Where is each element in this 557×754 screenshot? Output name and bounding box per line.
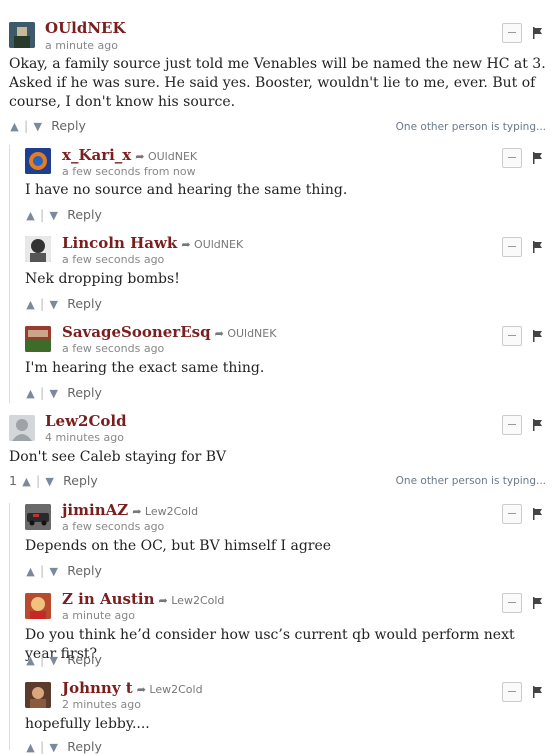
comment-text: I have no source and hearing the same th… xyxy=(25,182,348,198)
timestamp[interactable]: a minute ago xyxy=(45,39,118,52)
comment-actions: ▲ | ▼ Reply xyxy=(25,385,102,400)
comment-text: Depends on the OC, but BV himself I agre… xyxy=(25,538,332,554)
comment-actions: 1 ▲ | ▼ Reply xyxy=(9,473,98,488)
upvote-icon[interactable]: ▲ xyxy=(9,120,20,133)
username[interactable]: jiminAZ ➦ Lew2Cold xyxy=(62,501,198,519)
flag-icon[interactable] xyxy=(533,27,543,39)
reply-button[interactable]: Reply xyxy=(67,739,102,754)
username[interactable]: Lew2Cold xyxy=(45,412,127,430)
flag-icon[interactable] xyxy=(533,597,543,609)
downvote-icon[interactable]: ▼ xyxy=(48,565,59,578)
comment-actions: ▲ | ▼ Reply xyxy=(9,118,86,133)
collapse-button[interactable] xyxy=(502,237,522,257)
timestamp[interactable]: a few seconds ago xyxy=(62,253,164,266)
collapse-button[interactable] xyxy=(502,504,522,524)
avatar[interactable] xyxy=(25,326,51,352)
reply-button[interactable]: Reply xyxy=(67,385,102,400)
timestamp[interactable]: 2 minutes ago xyxy=(62,698,141,711)
comment-actions: ▲ | ▼ Reply xyxy=(25,296,102,311)
reply-to[interactable]: ➦ Lew2Cold xyxy=(159,594,225,607)
reply-button[interactable]: Reply xyxy=(63,473,98,488)
upvote-icon[interactable]: ▲ xyxy=(25,565,36,578)
avatar[interactable] xyxy=(9,415,35,441)
comment-text: Nek dropping bombs! xyxy=(25,271,180,287)
upvote-icon[interactable]: ▲ xyxy=(25,209,36,222)
username[interactable]: Johnny t ➦ Lew2Cold xyxy=(62,679,203,697)
reply-button[interactable]: Reply xyxy=(67,652,102,667)
comment-text: Do you think he’d consider how usc’s cur… xyxy=(25,627,515,662)
upvote-icon[interactable]: ▲ xyxy=(25,654,36,667)
comment-text: hopefully lebby.... xyxy=(25,716,150,732)
avatar[interactable] xyxy=(9,22,35,48)
upvote-icon[interactable]: ▲ xyxy=(25,741,36,754)
comment-actions: ▲ | ▼ Reply xyxy=(25,739,102,754)
avatar[interactable] xyxy=(25,593,51,619)
timestamp[interactable]: 4 minutes ago xyxy=(45,431,124,444)
flag-icon[interactable] xyxy=(533,152,543,164)
thread-line xyxy=(9,503,10,750)
comment-text: I'm hearing the exact same thing. xyxy=(25,360,265,376)
collapse-button[interactable] xyxy=(502,415,522,435)
upvote-icon[interactable]: ▲ xyxy=(21,475,32,488)
avatar[interactable] xyxy=(25,236,51,262)
reply-to[interactable]: ➦ Lew2Cold xyxy=(132,505,198,518)
timestamp[interactable]: a few seconds ago xyxy=(62,520,164,533)
username[interactable]: Lincoln Hawk ➦ OUldNEK xyxy=(62,234,243,252)
timestamp[interactable]: a few seconds from now xyxy=(62,165,196,178)
username[interactable]: SavageSoonerEsq ➦ OUldNEK xyxy=(62,323,276,341)
reply-to[interactable]: ➦ Lew2Cold xyxy=(137,683,203,696)
comment-actions: ▲ | ▼ Reply xyxy=(25,563,102,578)
flag-icon[interactable] xyxy=(533,508,543,520)
upvote-icon[interactable]: ▲ xyxy=(25,387,36,400)
vote-count: 1 xyxy=(9,473,17,488)
comment-text: Okay, a family source just told me Venab… xyxy=(9,56,546,110)
username[interactable]: x_Kari_x ➦ OUldNEK xyxy=(62,146,197,164)
avatar[interactable] xyxy=(25,682,51,708)
flag-icon[interactable] xyxy=(533,686,543,698)
downvote-icon[interactable]: ▼ xyxy=(48,298,59,311)
typing-indicator: One other person is typing... xyxy=(395,121,546,133)
downvote-icon[interactable]: ▼ xyxy=(44,475,55,488)
reply-to[interactable]: ➦ OUldNEK xyxy=(181,238,243,251)
downvote-icon[interactable]: ▼ xyxy=(32,120,43,133)
reply-to[interactable]: ➦ OUldNEK xyxy=(215,327,277,340)
username[interactable]: OUldNEK xyxy=(45,19,126,37)
upvote-icon[interactable]: ▲ xyxy=(25,298,36,311)
downvote-icon[interactable]: ▼ xyxy=(48,209,59,222)
avatar[interactable] xyxy=(25,504,51,530)
avatar[interactable] xyxy=(25,148,51,174)
comment-actions: ▲ | ▼ Reply xyxy=(25,207,102,222)
thread-line xyxy=(9,145,10,403)
username[interactable]: Z in Austin ➦ Lew2Cold xyxy=(62,590,224,608)
comment-text: Don't see Caleb staying for BV xyxy=(9,449,227,465)
collapse-button[interactable] xyxy=(502,23,522,43)
downvote-icon[interactable]: ▼ xyxy=(48,654,59,667)
collapse-button[interactable] xyxy=(502,682,522,702)
flag-icon[interactable] xyxy=(533,419,543,431)
comment-actions: ▲ | ▼ Reply xyxy=(25,652,102,667)
reply-button[interactable]: Reply xyxy=(67,563,102,578)
flag-icon[interactable] xyxy=(533,241,543,253)
reply-button[interactable]: Reply xyxy=(51,118,86,133)
downvote-icon[interactable]: ▼ xyxy=(48,741,59,754)
collapse-button[interactable] xyxy=(502,326,522,346)
downvote-icon[interactable]: ▼ xyxy=(48,387,59,400)
timestamp[interactable]: a minute ago xyxy=(62,609,135,622)
typing-indicator: One other person is typing... xyxy=(395,475,546,487)
comment: OUldNEK a minute ago Okay, a family sour… xyxy=(0,0,557,140)
collapse-button[interactable] xyxy=(502,593,522,613)
reply-button[interactable]: Reply xyxy=(67,296,102,311)
collapse-button[interactable] xyxy=(502,148,522,168)
reply-button[interactable]: Reply xyxy=(67,207,102,222)
timestamp[interactable]: a few seconds ago xyxy=(62,342,164,355)
reply-to[interactable]: ➦ OUldNEK xyxy=(135,150,197,163)
flag-icon[interactable] xyxy=(533,330,543,342)
